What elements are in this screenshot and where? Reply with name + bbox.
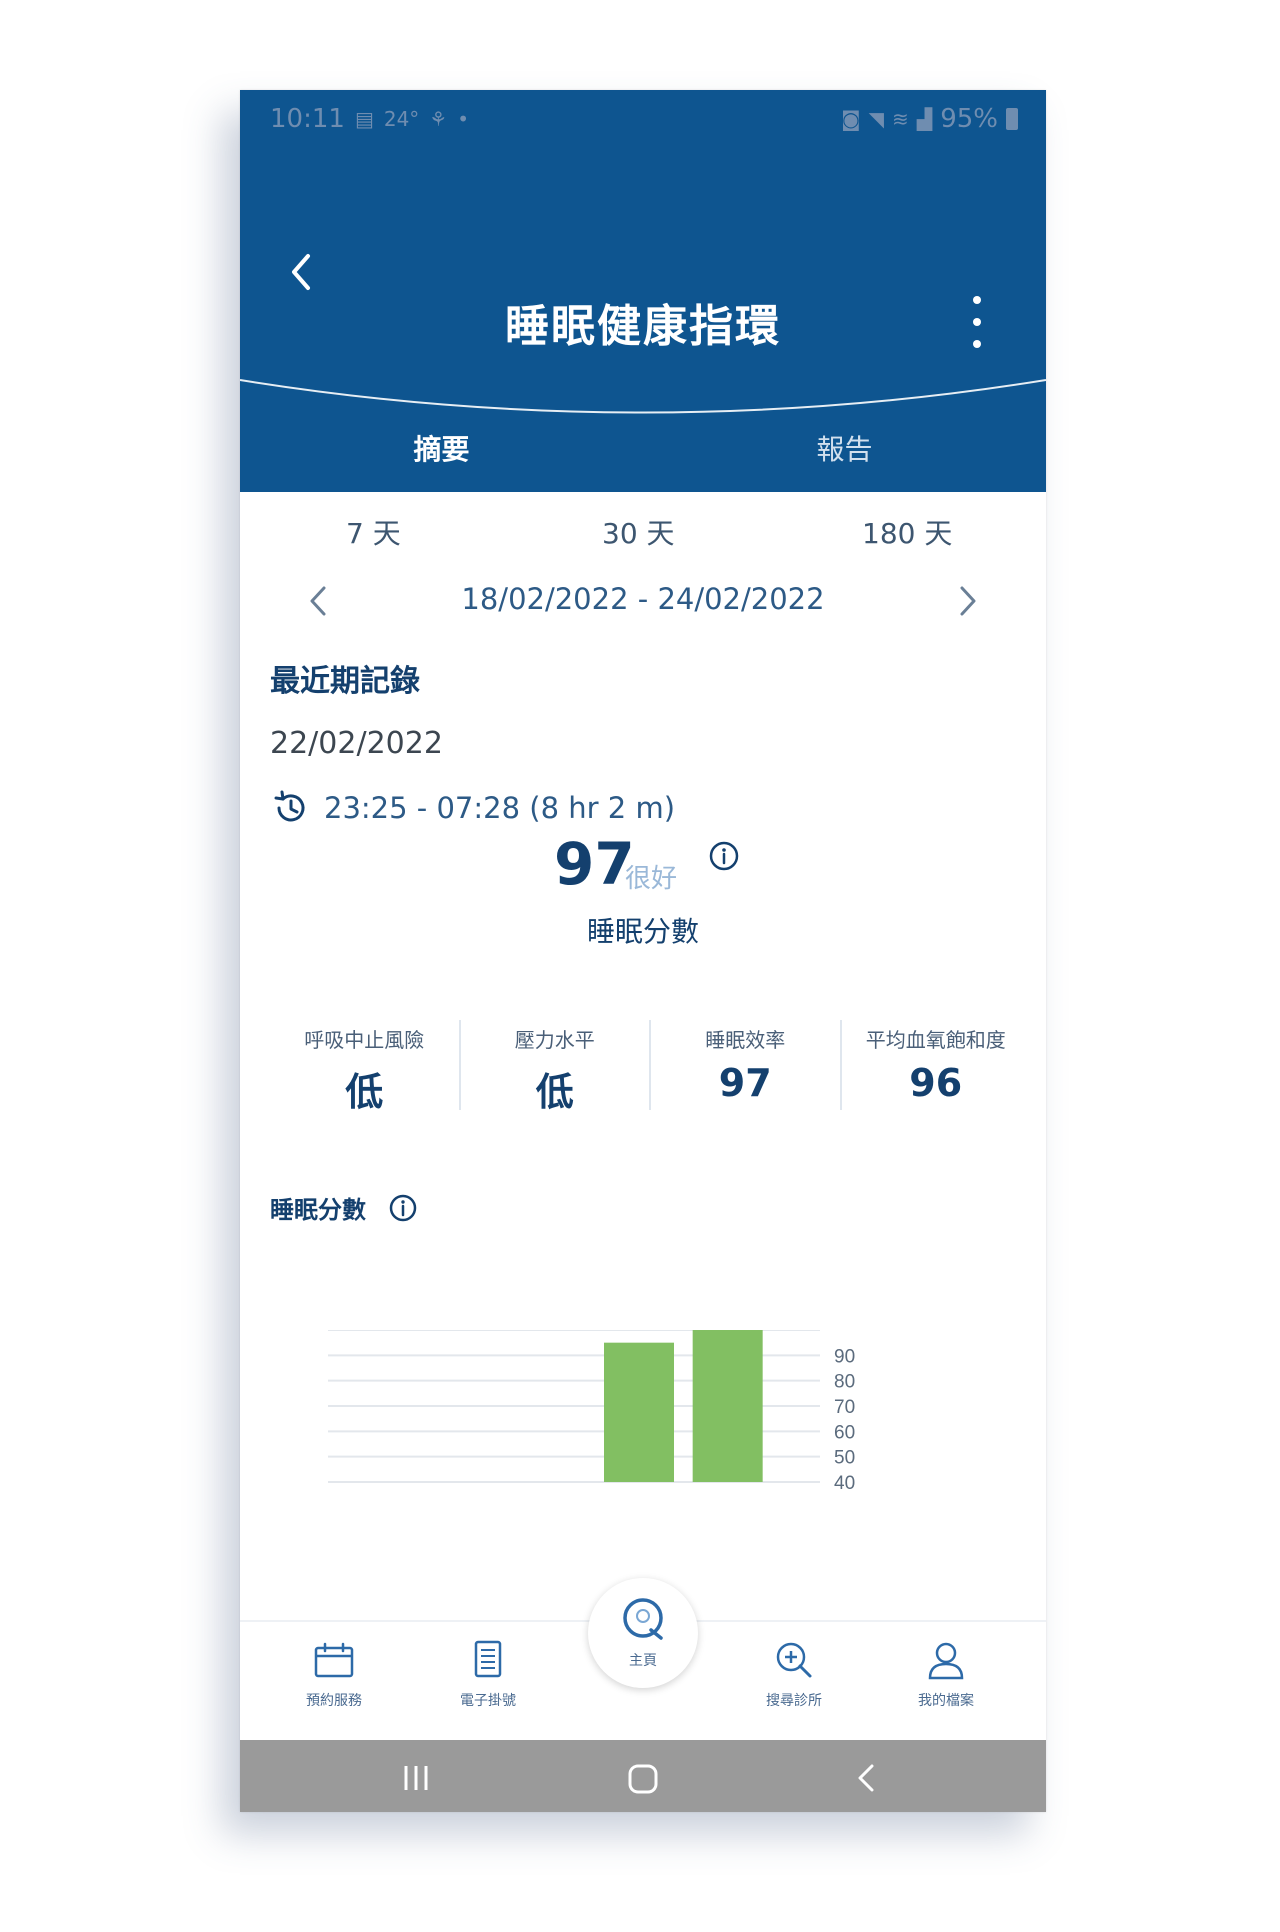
volte-status-icon: ◥ [868, 107, 885, 131]
metric-stress-level: 壓力水平 低 [458, 1020, 650, 1114]
date-navigator: 18/02/2022 - 24/02/2022 [240, 576, 1046, 626]
app-status-icon: ⚘ [429, 107, 448, 131]
chart-title: 睡眠分數 [270, 1196, 366, 1224]
mute-status-icon: ◙ [841, 107, 861, 131]
sleep-time-span: 23:25 - 07:28 (8 hr 2 m) [324, 791, 676, 825]
sleep-score-rating: 很好 [625, 864, 678, 894]
sleep-score-caption: 睡眠分數 [586, 915, 699, 948]
sleep-score-chart: 90 80 70 60 50 40 [328, 1330, 855, 1490]
record-date: 22/02/2022 [270, 726, 443, 761]
date-range-label: 18/02/2022 - 24/02/2022 [461, 582, 825, 616]
chevron-right-icon [960, 586, 976, 616]
chevron-left-icon [310, 586, 326, 616]
header-arc-line [240, 379, 1046, 414]
nav-label: 預約服務 [306, 1693, 362, 1709]
sleep-score-value: 97 [554, 830, 635, 898]
nav-my-profile[interactable]: 我的檔案 [886, 1640, 1006, 1710]
metric-value: 97 [718, 1061, 772, 1105]
user-icon [928, 1642, 964, 1680]
nav-label: 電子掛號 [460, 1693, 516, 1709]
status-time: 10:11 [270, 104, 345, 134]
nav-label: 我的檔案 [918, 1693, 974, 1709]
chevron-left-icon [292, 254, 310, 290]
phone-screen: 10:11 ▤ 24° ⚘ • ◙ ◥ ≋ ▟ 95% 睡眠健康指環 摘要 報告… [240, 90, 1046, 1812]
nav-label: 搜尋診所 [766, 1693, 822, 1709]
more-dot-icon [973, 296, 981, 304]
previous-period-button[interactable] [300, 576, 340, 626]
calendar-status-icon: ▤ [354, 107, 374, 131]
chart-header: 睡眠分數 [270, 1190, 418, 1225]
metric-value: 低 [345, 1070, 384, 1114]
metric-apnea-risk: 呼吸中止風險 低 [270, 1020, 459, 1114]
battery-icon [1006, 108, 1018, 130]
home-system-icon [628, 1764, 658, 1794]
sleep-time-row: 23:25 - 07:28 (8 hr 2 m) [270, 786, 675, 830]
sleep-score-block: 97 很好 睡眠分數 [240, 830, 1046, 950]
metric-value: 低 [535, 1070, 574, 1114]
status-bar: 10:11 ▤ 24° ⚘ • ◙ ◥ ≋ ▟ 95% [240, 90, 1046, 150]
back-button[interactable] [280, 242, 328, 302]
app-header: 10:11 ▤ 24° ⚘ • ◙ ◥ ≋ ▟ 95% 睡眠健康指環 摘要 報告 [240, 90, 1046, 492]
document-icon [474, 1640, 502, 1678]
score-info-button[interactable] [708, 840, 740, 876]
recent-record-title: 最近期記錄 [270, 664, 420, 699]
sleep-score-bar [692, 1330, 763, 1482]
metric-sleep-efficiency: 睡眠效率 97 [649, 1020, 840, 1110]
system-navigation-bar [240, 1740, 1046, 1812]
home-label: 主頁 [629, 1653, 657, 1669]
system-nav-icons [404, 1764, 874, 1794]
signal-status-icon: ▟ [916, 107, 933, 131]
tab-summary[interactable]: 摘要 [240, 420, 643, 492]
back-system-icon [858, 1764, 874, 1792]
metric-value: 96 [909, 1061, 963, 1105]
y-tick-label: 40 [834, 1473, 855, 1490]
sleep-score-bar [604, 1342, 674, 1482]
y-tick-label: 80 [834, 1372, 855, 1393]
y-tick-label: 50 [834, 1448, 855, 1469]
metric-avg-spo2: 平均血氧飽和度 96 [839, 1020, 1031, 1110]
calendar-icon [314, 1642, 354, 1678]
nav-search-clinic[interactable]: 搜尋診所 [734, 1640, 854, 1710]
metric-label: 睡眠效率 [705, 1028, 786, 1052]
tab-report[interactable]: 報告 [643, 420, 1046, 492]
tab-bar: 摘要 報告 [240, 420, 1046, 492]
dot-status-icon: • [457, 107, 470, 131]
info-icon [709, 841, 739, 871]
y-tick-label: 70 [834, 1397, 855, 1418]
status-left: 10:11 ▤ 24° ⚘ • [270, 104, 469, 134]
history-icon [274, 790, 305, 822]
range-selector: 7 天 30 天 180 天 [240, 512, 1046, 562]
home-logo-icon [623, 1598, 663, 1640]
weather-text: 24° [383, 107, 420, 131]
metric-label: 平均血氧飽和度 [865, 1028, 1006, 1052]
range-30-days[interactable]: 30 天 [602, 512, 675, 552]
status-right: ◙ ◥ ≋ ▟ 95% [841, 104, 1018, 134]
next-period-button[interactable] [946, 576, 986, 626]
battery-text: 95% [940, 104, 998, 134]
metrics-row: 呼吸中止風險 低 壓力水平 低 睡眠效率 97 平均血氧飽和度 96 [270, 1020, 1031, 1114]
nav-booking[interactable]: 預約服務 [274, 1640, 394, 1710]
search-icon [776, 1642, 812, 1678]
range-7-days[interactable]: 7 天 [346, 512, 401, 552]
nav-e-registration[interactable]: 電子掛號 [428, 1640, 548, 1710]
wifi-status-icon: ≋ [892, 107, 909, 131]
more-dot-icon [973, 318, 981, 326]
recent-apps-icon [404, 1766, 428, 1790]
home-button[interactable]: 主頁 [588, 1578, 698, 1688]
metric-label: 壓力水平 [514, 1028, 595, 1052]
y-tick-label: 60 [834, 1422, 855, 1443]
y-tick-label: 90 [834, 1346, 855, 1367]
info-icon[interactable] [388, 1193, 418, 1223]
metric-label: 呼吸中止風險 [304, 1028, 425, 1052]
range-180-days[interactable]: 180 天 [862, 512, 952, 552]
